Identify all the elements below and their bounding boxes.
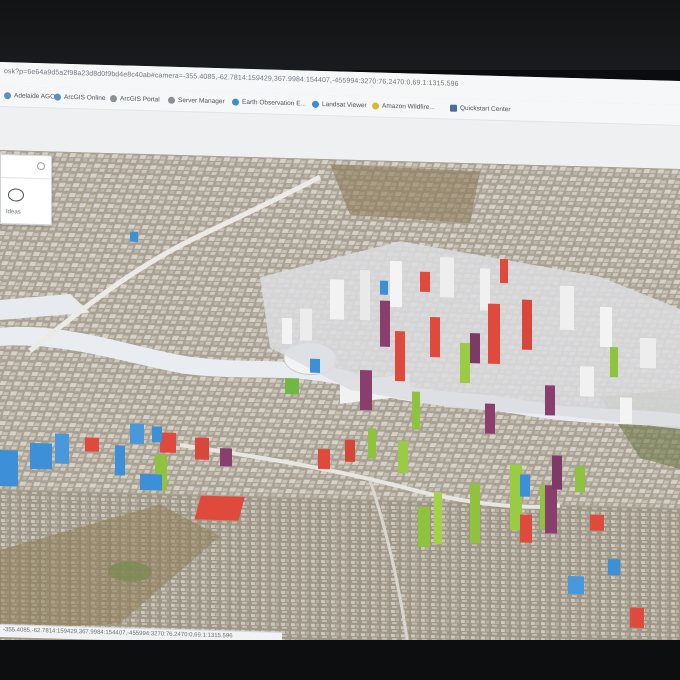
bookmark-arcgis-portal[interactable]: ArcGIS Portal bbox=[110, 95, 160, 103]
globe-icon bbox=[110, 95, 117, 103]
scene-canvas[interactable] bbox=[0, 150, 680, 663]
globe-icon bbox=[4, 92, 11, 100]
3d-city-scene[interactable] bbox=[0, 150, 680, 663]
ideas-button[interactable]: Ideas bbox=[1, 177, 51, 224]
bookmark-arcgis-online[interactable]: ArcGIS Online bbox=[54, 93, 106, 102]
arrow-icon bbox=[450, 104, 457, 112]
globe-icon bbox=[232, 98, 239, 106]
globe-icon bbox=[168, 96, 175, 104]
search-icon[interactable] bbox=[37, 162, 45, 171]
open-ground bbox=[330, 164, 480, 224]
monitor-bezel-top bbox=[0, 0, 680, 70]
search-field[interactable] bbox=[1, 155, 51, 180]
chat-bubble-icon bbox=[8, 188, 24, 202]
globe-icon bbox=[312, 100, 319, 108]
bookmark-earth-observation[interactable]: Earth Observation E... bbox=[232, 98, 306, 108]
bookmark-quickstart-center[interactable]: Quickstart Center bbox=[450, 104, 511, 113]
bookmark-landsat-viewer[interactable]: Landsat Viewer bbox=[312, 100, 367, 109]
ideas-label: Ideas bbox=[6, 209, 21, 216]
map-widget-panel: Ideas bbox=[0, 154, 52, 226]
url-text[interactable]: osk?p=6e64a9d5a2f98a23d8d0f9bd4e8c40ab#c… bbox=[4, 68, 459, 88]
bookmark-server-manager[interactable]: Server Manager bbox=[168, 96, 225, 105]
browser-window: osk?p=6e64a9d5a2f98a23d8d0f9bd4e8c40ab#c… bbox=[0, 62, 680, 663]
globe-icon bbox=[54, 93, 61, 101]
monitor-bezel-bottom bbox=[0, 640, 680, 680]
globe-icon bbox=[372, 102, 379, 110]
bookmark-adelaide-agol[interactable]: Adelaide AGOL bbox=[4, 92, 59, 101]
camera-coordinates: -355.4085,-62.7814:159429,367.9984:15440… bbox=[3, 627, 233, 640]
bookmark-amazon-wildfire[interactable]: Amazon Wildfire... bbox=[372, 102, 435, 111]
